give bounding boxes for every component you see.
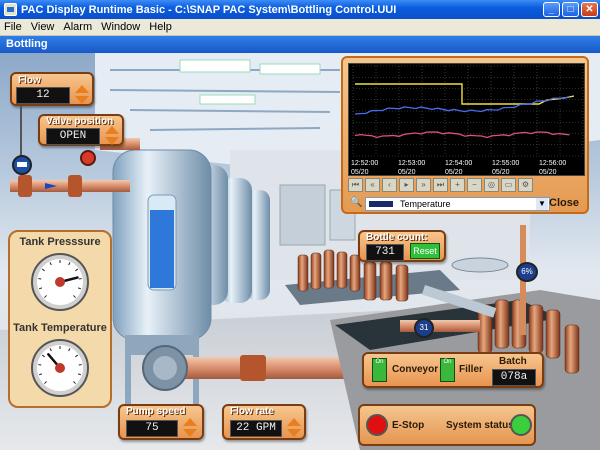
flow-down-icon[interactable] xyxy=(75,96,89,104)
valve-display: OPEN xyxy=(46,128,100,145)
tank-gauges-panel: Tank Presssure Tank Temperature xyxy=(8,230,112,408)
flow-rate-stepper[interactable] xyxy=(287,418,302,437)
trend-date-label: 05/20 xyxy=(351,169,369,176)
menu-file[interactable]: File xyxy=(4,21,22,33)
bottle-count-label: Bottle count: xyxy=(366,232,428,243)
menu-window[interactable]: Window xyxy=(101,21,140,33)
tank-pressure-title: Tank Presssure xyxy=(19,236,101,248)
tank-temperature-gauge xyxy=(31,339,89,397)
flow-rate-up-icon[interactable] xyxy=(287,418,301,426)
flow-rate-display: 22 GPM xyxy=(230,420,282,437)
trend-tag-select[interactable]: Temperature ▼ xyxy=(365,197,550,211)
trend-toolbar: ⏮ « ‹ ▸ » ⏭ + − ◎ ▭ ⚙ xyxy=(348,178,585,193)
trend-time-label: 12:55:00 xyxy=(492,160,519,167)
flow-display: 12 xyxy=(16,87,70,104)
filler-level-badge: 6% xyxy=(516,262,538,282)
chevron-down-icon[interactable]: ▼ xyxy=(536,198,548,210)
estop-label: E-Stop xyxy=(392,420,425,431)
pump-speed-stepper[interactable] xyxy=(183,418,198,437)
trend-time-label: 12:53:00 xyxy=(398,160,425,167)
trend-time-label: 12:52:00 xyxy=(351,160,378,167)
flow-up-icon[interactable] xyxy=(75,85,89,93)
trend-close-button[interactable]: Close xyxy=(549,197,579,209)
tank-pressure-gauge xyxy=(31,253,89,311)
pen-color-swatch xyxy=(369,201,393,207)
zoom-reset-icon[interactable]: ◎ xyxy=(484,178,499,192)
settings-icon[interactable]: ⚙ xyxy=(518,178,533,192)
menu-alarm[interactable]: Alarm xyxy=(63,21,92,33)
open-folder-icon[interactable]: ▭ xyxy=(501,178,516,192)
valve-label: Valve position xyxy=(46,116,114,127)
conveyor-filler-panel: On Conveyor On Filler Batch 078a xyxy=(362,352,544,388)
bottle-count-display: 731 xyxy=(366,244,404,261)
window-title: PAC Display Runtime Basic - C:\SNAP PAC … xyxy=(21,3,397,16)
trend-time-label: 12:56:00 xyxy=(539,160,566,167)
filler-toggle-label: On xyxy=(443,359,452,365)
tank-temperature-title: Tank Temperature xyxy=(13,322,107,334)
filler-label: Filler xyxy=(459,364,483,375)
batch-display: 078a xyxy=(492,369,536,386)
pump-speed-down-icon[interactable] xyxy=(183,429,197,437)
flow-panel: Flow 12 xyxy=(10,72,94,106)
valve-down-icon[interactable] xyxy=(105,137,119,145)
conveyor-label: Conveyor xyxy=(392,364,439,375)
flow-rate-label: Flow rate xyxy=(230,406,274,417)
pump-speed-up-icon[interactable] xyxy=(183,418,197,426)
trend-tag-value: Temperature xyxy=(400,199,451,209)
minimize-button[interactable]: _ xyxy=(543,2,560,17)
trend-date-label: 05/20 xyxy=(398,169,416,176)
close-window-button[interactable]: ✕ xyxy=(581,2,598,17)
trend-plot: 12:52:00 05/20 12:53:00 05/20 12:54:00 05/20 1… xyxy=(348,63,585,176)
pressure-gauge-hub xyxy=(55,277,65,287)
reset-button[interactable]: Reset xyxy=(410,243,440,259)
conveyor-toggle[interactable]: On xyxy=(372,358,387,382)
trend-date-label: 05/20 xyxy=(539,169,557,176)
valve-up-icon[interactable] xyxy=(105,126,119,134)
status-panel: E-Stop System status xyxy=(358,404,536,446)
flow-connector xyxy=(20,106,22,158)
title-bar: PAC Display Runtime Basic - C:\SNAP PAC … xyxy=(0,0,600,19)
flow-rate-down-icon[interactable] xyxy=(287,429,301,437)
menu-view[interactable]: View xyxy=(31,21,55,33)
system-status-indicator xyxy=(510,414,532,436)
trend-series-pink xyxy=(354,131,570,139)
flow-rate-panel: Flow rate 22 GPM xyxy=(222,404,306,440)
trend-date-label: 05/20 xyxy=(492,169,510,176)
zoom-in-icon[interactable]: + xyxy=(450,178,465,192)
flow-label: Flow xyxy=(18,75,41,86)
valve-stepper[interactable] xyxy=(105,126,120,145)
pump-speed-panel: Pump speed 75 xyxy=(118,404,204,440)
trend-prev-icon[interactable]: ‹ xyxy=(382,178,397,192)
valve-panel: Valve position OPEN xyxy=(38,114,124,146)
screen-title: Bottling xyxy=(0,36,600,53)
maximize-button[interactable]: □ xyxy=(562,2,579,17)
system-status-label: System status xyxy=(446,420,514,431)
batch-label: Batch xyxy=(499,356,527,367)
flow-stepper[interactable] xyxy=(75,85,90,104)
app-icon xyxy=(4,3,17,16)
conveyor-toggle-label: On xyxy=(375,359,384,365)
menu-help[interactable]: Help xyxy=(149,21,172,33)
menu-bar: File View Alarm Window Help xyxy=(0,19,600,36)
valve-handle-icon[interactable] xyxy=(80,150,96,166)
zoom-out-icon[interactable]: − xyxy=(467,178,482,192)
search-icon[interactable]: 🔍 xyxy=(350,197,362,209)
temperature-gauge-hub xyxy=(55,363,65,373)
trend-time-label: 12:54:00 xyxy=(445,160,472,167)
pump-speed-label: Pump speed xyxy=(126,406,186,417)
trend-next-page-icon[interactable]: » xyxy=(416,178,431,192)
trend-prev-page-icon[interactable]: « xyxy=(365,178,380,192)
conveyor-speed-badge: 31 xyxy=(414,318,434,338)
trend-date-label: 05/20 xyxy=(445,169,463,176)
trend-pause-icon[interactable]: ▸ xyxy=(399,178,414,192)
flow-meter-icon xyxy=(12,155,32,175)
filler-toggle[interactable]: On xyxy=(440,358,455,382)
trend-last-icon[interactable]: ⏭ xyxy=(433,178,448,192)
estop-button[interactable] xyxy=(366,414,388,436)
bottle-count-panel: Bottle count: 731 Reset xyxy=(358,230,446,262)
trend-window: 12:52:00 05/20 12:53:00 05/20 12:54:00 05/20 1… xyxy=(341,56,589,214)
trend-first-icon[interactable]: ⏮ xyxy=(348,178,363,192)
pump-speed-display: 75 xyxy=(126,420,178,437)
